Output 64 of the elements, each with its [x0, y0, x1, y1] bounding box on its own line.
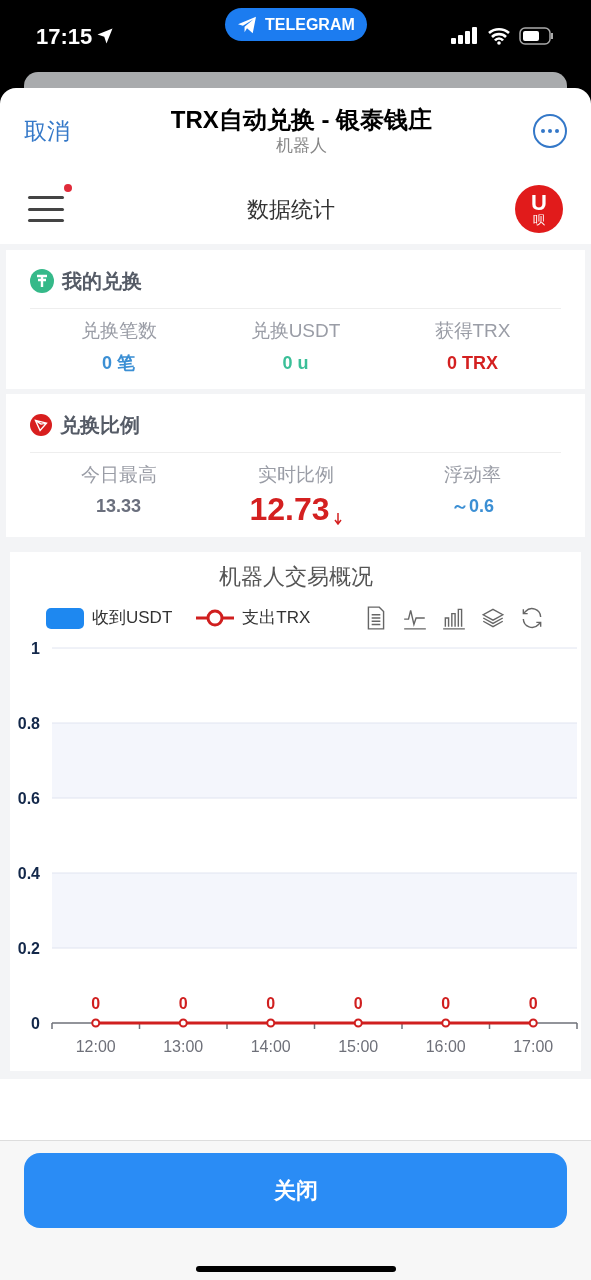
close-button[interactable]: 关闭: [24, 1153, 567, 1228]
stat-label: 兑换USDT: [250, 319, 341, 343]
sheet-subtitle: 机器人: [276, 135, 327, 157]
logo-subtext: 呗: [533, 214, 545, 226]
data-point: [91, 1018, 101, 1028]
data-label: 0: [266, 995, 276, 1012]
more-button[interactable]: [533, 114, 567, 148]
legend-line-marker: [196, 607, 235, 629]
tron-icon: [30, 413, 52, 436]
chart-title: 机器人交易概况: [218, 563, 373, 591]
y-tick-label: 1: [31, 640, 40, 657]
legend-label[interactable]: 支出TRX: [242, 605, 311, 631]
x-tick-label: 14:00: [250, 1038, 291, 1055]
x-tick-label: 12:00: [75, 1038, 116, 1055]
data-point: [528, 1018, 538, 1028]
app-logo[interactable]: U 呗: [515, 185, 563, 233]
logo-letter: U: [531, 192, 547, 214]
sheet-title: TRX自动兑换 - 银泰钱庄: [170, 105, 433, 136]
battery-icon: [519, 27, 555, 45]
y-tick-label: 0: [31, 1015, 40, 1032]
signal-icon: [451, 27, 479, 45]
down-arrow-icon: [333, 513, 342, 525]
stat-label: 获得TRX: [434, 319, 511, 343]
tether-icon: [30, 269, 54, 293]
live-ratio-value: 12.73: [249, 493, 330, 525]
telegram-pill[interactable]: TELEGRAM: [225, 8, 367, 41]
page-title: 数据统计: [245, 195, 336, 224]
stat-value: 0 笔: [102, 351, 135, 375]
data-point: [353, 1018, 363, 1028]
y-tick-label: 0.8: [17, 715, 40, 732]
section-title: 兑换比例: [60, 412, 140, 438]
pill-label: TELEGRAM: [265, 14, 355, 35]
data-label: 0: [178, 995, 188, 1012]
data-label: 0: [91, 995, 101, 1012]
wifi-icon: [487, 27, 511, 45]
section-title: 我的兑换: [62, 269, 142, 294]
stat-value: 13.33: [95, 495, 141, 518]
stat-value: ～0.6: [451, 495, 494, 518]
location-icon: [96, 27, 115, 45]
x-tick-label: 13:00: [163, 1038, 204, 1055]
paper-plane-icon: [237, 15, 257, 34]
y-tick-label: 0.4: [17, 865, 40, 882]
x-tick-label: 17:00: [513, 1038, 554, 1055]
menu-button[interactable]: [28, 194, 66, 224]
data-label: 0: [528, 995, 538, 1012]
data-point: [178, 1018, 188, 1028]
clock: 17:15: [36, 19, 115, 53]
data-point: [441, 1018, 451, 1028]
stat-label: 实时比例: [257, 462, 334, 487]
data-label: 0: [353, 995, 363, 1012]
stat-label: 今日最高: [80, 462, 157, 487]
data-label: 0: [441, 995, 451, 1012]
y-tick-label: 0.6: [17, 790, 40, 807]
cancel-button[interactable]: 取消: [24, 113, 70, 149]
stat-label: 兑换笔数: [80, 319, 157, 343]
y-tick-label: 0.2: [17, 940, 40, 957]
legend-label[interactable]: 收到USDT: [92, 605, 173, 631]
x-tick-label: 15:00: [338, 1038, 379, 1055]
stat-value: 0 u: [282, 351, 309, 375]
x-tick-label: 16:00: [425, 1038, 466, 1055]
data-point: [266, 1018, 276, 1028]
legend-swatch: [46, 607, 84, 629]
stat-value: 0 TRX: [447, 351, 498, 375]
stat-label: 浮动率: [444, 462, 501, 487]
